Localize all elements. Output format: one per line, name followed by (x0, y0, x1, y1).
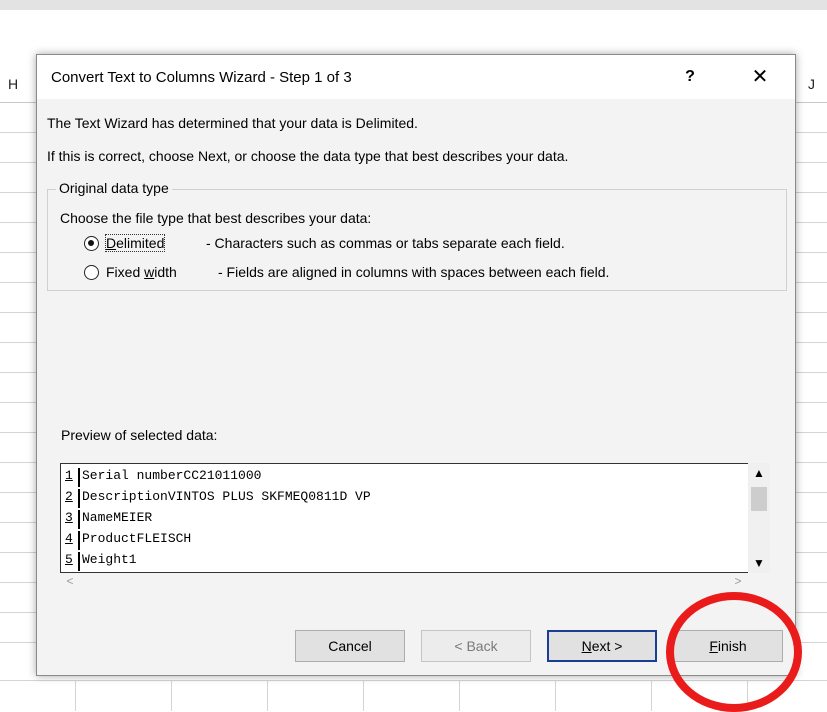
row-number: 3 (65, 510, 73, 525)
fixed-width-description: - Fields are aligned in columns with spa… (218, 264, 610, 280)
scroll-right-icon[interactable]: > (730, 573, 746, 589)
help-button[interactable]: ? (675, 63, 705, 91)
dialog-title: Convert Text to Columns Wizard - Step 1 … (51, 69, 352, 86)
cancel-button[interactable]: Cancel (295, 630, 405, 662)
row-number: 5 (65, 552, 73, 567)
choose-file-type-text: Choose the file type that best describes… (60, 210, 372, 226)
col-gridline (267, 680, 268, 711)
annotation-circle (666, 592, 802, 712)
fixed-width-radio[interactable] (84, 265, 99, 280)
column-break-line (78, 489, 80, 508)
text-to-columns-dialog: Convert Text to Columns Wizard - Step 1 … (36, 54, 796, 676)
column-header-h[interactable]: H (8, 76, 18, 92)
row-text: ProductFLEISCH (82, 531, 192, 546)
column-break-line (78, 552, 80, 571)
row-number: 1 (65, 468, 73, 483)
column-break-line (78, 531, 80, 550)
col-gridline (75, 680, 76, 711)
delimited-description: - Characters such as commas or tabs sepa… (206, 235, 565, 251)
scroll-down-icon[interactable]: ▼ (748, 555, 770, 571)
scroll-up-icon[interactable]: ▲ (748, 465, 770, 481)
delimited-label[interactable]: Delimited (104, 234, 166, 252)
col-gridline (171, 680, 172, 711)
back-button[interactable]: < Back (421, 630, 531, 662)
column-break-line (78, 468, 80, 487)
delimited-radio[interactable] (84, 236, 99, 251)
group-title: Original data type (56, 180, 172, 196)
col-gridline (555, 680, 556, 711)
intro-text-2: If this is correct, choose Next, or choo… (47, 148, 569, 164)
fixed-width-label[interactable]: Fixed width (106, 264, 177, 280)
col-gridline (651, 680, 652, 711)
scroll-left-icon[interactable]: < (62, 573, 78, 589)
scroll-thumb[interactable] (751, 487, 767, 511)
data-preview[interactable]: 1 Serial numberCC21011000 2 DescriptionV… (60, 463, 750, 573)
col-gridline (363, 680, 364, 711)
ribbon-edge (0, 0, 827, 10)
column-header-j[interactable]: J (808, 76, 815, 92)
preview-label: Preview of selected data: (61, 427, 218, 443)
row-text: NameMEIER (82, 510, 153, 525)
column-break-line (78, 510, 80, 529)
row-text: Weight1 (82, 552, 137, 567)
preview-horizontal-scrollbar[interactable]: < > (60, 573, 748, 589)
row-number: 4 (65, 531, 73, 546)
col-gridline (459, 680, 460, 711)
next-button[interactable]: Next > (547, 630, 657, 662)
row-number: 2 (65, 489, 73, 504)
row-text: DescriptionVINTOS PLUS SKFMEQ0811D VP (82, 489, 371, 504)
preview-vertical-scrollbar[interactable]: ▲ ▼ (748, 463, 770, 573)
fixed-width-option[interactable]: Fixed width - Fields are aligned in colu… (84, 264, 764, 284)
delimited-option[interactable]: Delimited - Characters such as commas or… (84, 234, 724, 255)
intro-text-1: The Text Wizard has determined that your… (47, 115, 418, 131)
original-data-type-group: Original data type Choose the file type … (47, 180, 787, 291)
row-text: Serial numberCC21011000 (82, 468, 262, 483)
close-button[interactable]: ✕ (743, 63, 777, 91)
dialog-titlebar[interactable]: Convert Text to Columns Wizard - Step 1 … (37, 55, 795, 99)
